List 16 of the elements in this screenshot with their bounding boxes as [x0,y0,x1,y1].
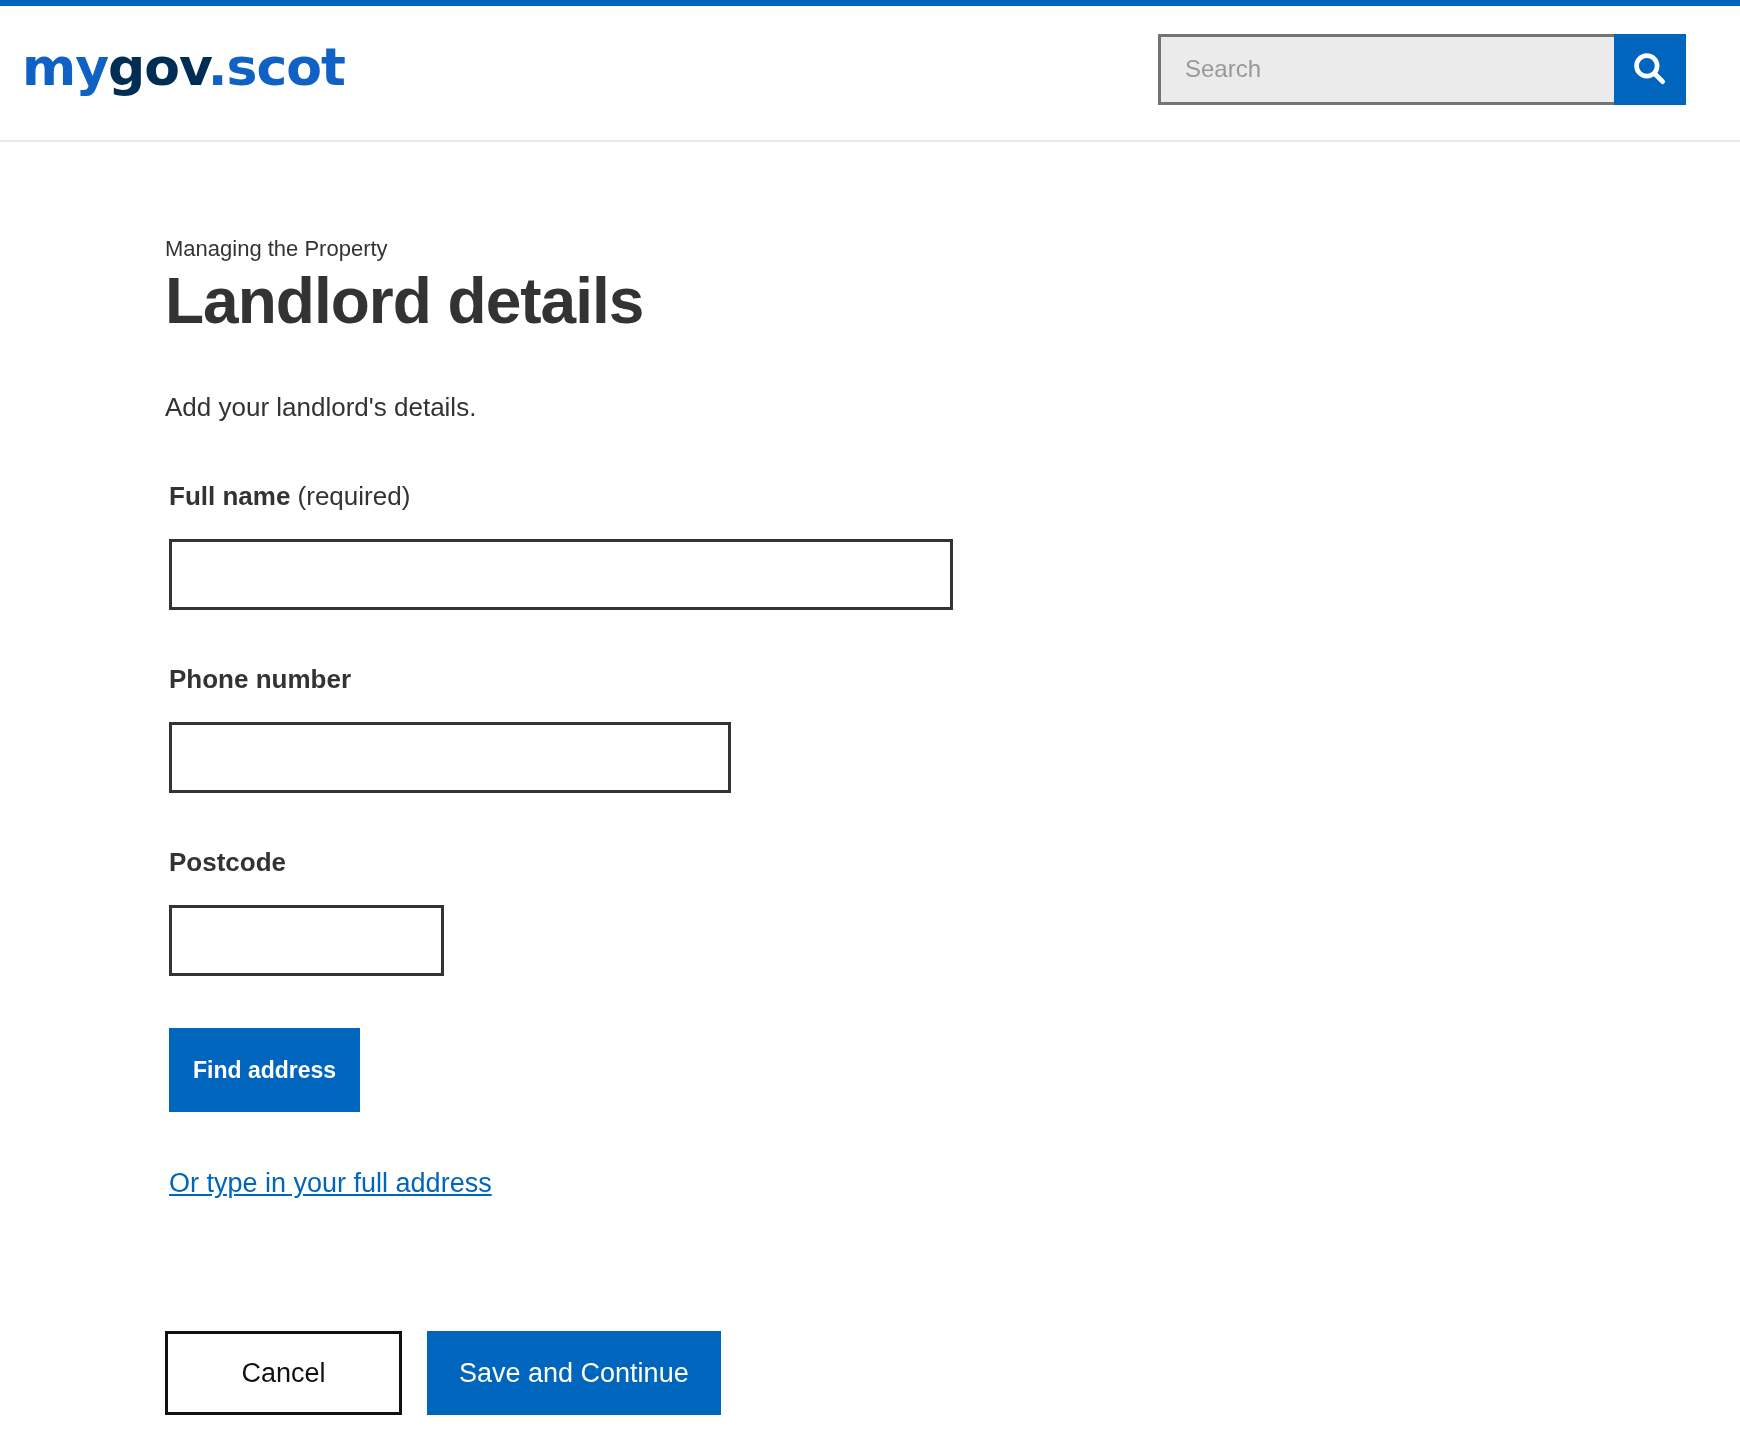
search-field[interactable]: Search [1158,33,1614,105]
input-field[interactable] [169,722,731,794]
site-logo[interactable]: mygov.scot [22,37,345,97]
field-label: Phone number [169,664,352,696]
page-title: Landlord details [165,266,645,337]
field-label: Full name (required) [169,481,412,513]
find-address-button[interactable]: Find address [169,1028,361,1113]
save-button[interactable]: Save and Continue [427,1331,721,1416]
intro-text: Add your landlord's details. [165,392,478,424]
input-field[interactable] [169,539,953,611]
cancel-button[interactable]: Cancel [165,1331,402,1416]
section-caption: Managing the Property [165,236,389,262]
manual-address-link[interactable]: Or type in your full address [169,1168,492,1200]
field-label: Postcode [169,847,288,879]
input-field[interactable] [169,905,444,977]
search-button[interactable] [1614,33,1686,105]
